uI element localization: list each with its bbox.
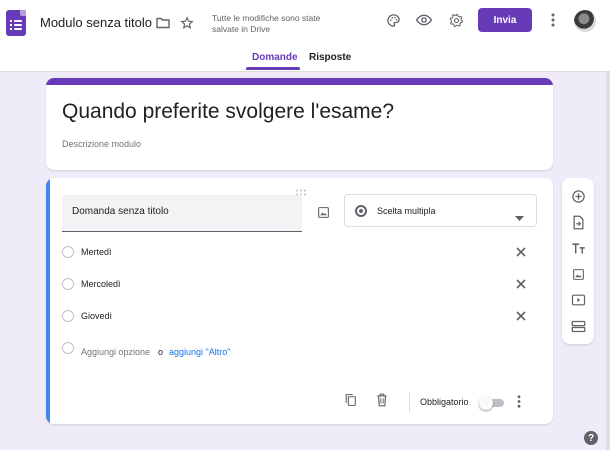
question-type-label: Scelta multipla [377,206,436,216]
radio-circle-icon [62,310,74,322]
star-icon[interactable] [179,15,195,31]
settings-gear-icon[interactable] [447,11,465,29]
footer-divider [409,392,410,412]
remove-option-icon[interactable] [514,277,528,291]
import-questions-icon[interactable] [570,214,586,230]
add-question-icon[interactable] [570,188,586,204]
add-video-icon[interactable] [570,292,586,308]
send-button[interactable]: Invia [478,8,532,32]
radio-circle-icon [62,278,74,290]
add-option-input[interactable]: Aggiungi opzione [81,347,150,357]
remove-option-icon[interactable] [514,245,528,259]
add-image-icon[interactable] [315,204,331,220]
or-text: o [158,347,164,357]
question-type-dropdown[interactable]: Scelta multipla [344,194,537,227]
question-title-input[interactable]: Domanda senza titolo [62,195,302,232]
active-card-indicator [46,178,50,424]
header-accent-stripe [46,78,553,85]
radio-circle-icon [62,246,74,258]
option-label[interactable]: Mertedì [81,247,112,257]
more-vert-icon[interactable] [514,393,524,409]
tab-questions[interactable]: Domande [252,52,298,63]
save-status-text: Tutte le modifiche sono state salvate in… [212,13,321,34]
option-label[interactable]: Giovedì [81,311,112,321]
remove-option-icon[interactable] [514,309,528,323]
option-row[interactable]: Mercoledì [62,274,532,294]
tab-responses[interactable]: Risposte [309,52,351,63]
option-row[interactable]: Mertedì [62,242,532,262]
option-label[interactable]: Mercoledì [81,279,121,289]
required-toggle[interactable] [479,396,505,410]
help-icon[interactable]: ? [584,431,598,445]
dropdown-arrow-icon [515,208,524,226]
duplicate-icon[interactable] [342,392,358,408]
question-toolbar [562,178,594,344]
folder-icon[interactable] [155,15,171,31]
radio-circle-icon [62,342,74,354]
form-header-card: Quando preferite svolgere l'esame? Descr… [46,78,553,170]
radio-button-icon [355,205,367,217]
add-other-link[interactable]: aggiungi "Altro" [169,347,230,357]
add-section-icon[interactable] [570,318,586,334]
required-label: Obbligatorio [420,397,469,407]
palette-icon[interactable] [384,11,402,29]
top-bar: Modulo senza titolo Tutte le modifiche s… [0,0,610,72]
more-vert-icon[interactable] [546,11,560,29]
scrollbar[interactable] [606,72,610,450]
add-image-icon[interactable] [570,266,586,282]
active-tab-indicator [246,67,300,70]
forms-logo-icon[interactable] [6,10,26,36]
add-title-icon[interactable] [570,240,586,256]
question-card[interactable]: Domanda senza titolo Scelta multipla Mer… [46,178,553,424]
form-title[interactable]: Quando preferite svolgere l'esame? [62,100,394,124]
avatar[interactable] [574,10,596,32]
form-description-input[interactable]: Descrizione modulo [62,139,141,149]
option-row[interactable]: Giovedì [62,306,532,326]
preview-eye-icon[interactable] [415,11,433,29]
drag-handle-icon[interactable] [295,183,307,196]
form-name-input[interactable]: Modulo senza titolo [40,15,152,30]
delete-trash-icon[interactable] [374,392,390,408]
